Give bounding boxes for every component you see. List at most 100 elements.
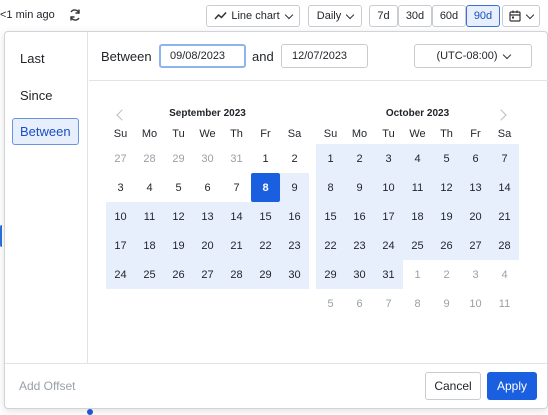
calendar-day[interactable]: 13: [193, 202, 222, 231]
calendar-day[interactable]: 18: [403, 202, 432, 231]
calendar-day[interactable]: 15: [251, 202, 280, 231]
calendar-day[interactable]: 25: [135, 260, 164, 289]
interval-dropdown[interactable]: Daily: [308, 5, 362, 27]
cancel-button[interactable]: Cancel: [425, 372, 481, 400]
calendar-day[interactable]: 2: [280, 144, 309, 173]
calendar-day[interactable]: 21: [222, 231, 251, 260]
calendar-day[interactable]: 1: [403, 260, 432, 289]
calendar-day[interactable]: 1: [251, 144, 280, 173]
calendar-day[interactable]: 23: [345, 231, 374, 260]
calendar-day[interactable]: 9: [432, 289, 461, 318]
calendar-day[interactable]: 10: [106, 202, 135, 231]
calendar-day[interactable]: 25: [403, 231, 432, 260]
weekday-label: Sa: [287, 128, 302, 140]
calendar-day[interactable]: 4: [490, 260, 519, 289]
calendar-day[interactable]: 9: [345, 173, 374, 202]
calendar-day[interactable]: 31: [374, 260, 403, 289]
calendar-day[interactable]: 28: [490, 231, 519, 260]
calendar-day[interactable]: 20: [461, 202, 490, 231]
mode-between[interactable]: Between: [12, 118, 79, 145]
calendar-day[interactable]: 29: [164, 144, 193, 173]
timezone-label: (UTC-08:00): [436, 50, 498, 62]
calendar-day[interactable]: 27: [193, 260, 222, 289]
calendar-day[interactable]: 7: [490, 144, 519, 173]
calendar-day[interactable]: 19: [164, 231, 193, 260]
calendar-day[interactable]: 30: [345, 260, 374, 289]
weekday-label: Th: [440, 128, 453, 140]
date-range-popover: Last Since Between Between and (UTC-08:0…: [4, 31, 548, 409]
calendar-day[interactable]: 2: [432, 260, 461, 289]
range-mode-sidebar: Last Since Between: [5, 32, 88, 363]
calendar-day[interactable]: 6: [345, 289, 374, 318]
calendar-day[interactable]: 9: [280, 173, 309, 202]
calendar-day[interactable]: 29: [251, 260, 280, 289]
calendar-day[interactable]: 6: [193, 173, 222, 202]
calendar-day[interactable]: 4: [403, 144, 432, 173]
calendar-day[interactable]: 28: [222, 260, 251, 289]
calendar-day[interactable]: 5: [164, 173, 193, 202]
custom-range-button[interactable]: [502, 5, 540, 27]
start-date-input[interactable]: [159, 44, 246, 68]
calendar-day[interactable]: 14: [490, 173, 519, 202]
calendar-day[interactable]: 20: [193, 231, 222, 260]
calendar-day[interactable]: 8: [316, 173, 345, 202]
mode-last[interactable]: Last: [12, 45, 79, 72]
add-offset-link[interactable]: Add Offset: [19, 379, 75, 393]
calendar-day[interactable]: 17: [106, 231, 135, 260]
calendar-day[interactable]: 16: [345, 202, 374, 231]
calendar-day[interactable]: 12: [432, 173, 461, 202]
calendar-day[interactable]: 12: [164, 202, 193, 231]
calendar-day[interactable]: 5: [432, 144, 461, 173]
calendar-day[interactable]: 29: [316, 260, 345, 289]
calendar-day[interactable]: 21: [490, 202, 519, 231]
calendar-day[interactable]: 28: [135, 144, 164, 173]
calendar-day[interactable]: 10: [461, 289, 490, 318]
apply-button[interactable]: Apply: [487, 372, 537, 400]
calendar-day[interactable]: 11: [135, 202, 164, 231]
calendar-day[interactable]: 26: [432, 231, 461, 260]
calendar-day[interactable]: 7: [374, 289, 403, 318]
selected-start-day[interactable]: 8: [251, 173, 280, 202]
chart-type-dropdown[interactable]: Line chart: [206, 5, 300, 27]
calendar-day[interactable]: 30: [193, 144, 222, 173]
calendar-day[interactable]: 10: [374, 173, 403, 202]
legend-dot: [87, 409, 93, 415]
calendar-day[interactable]: 24: [374, 231, 403, 260]
calendar-day[interactable]: 3: [106, 173, 135, 202]
timezone-dropdown[interactable]: (UTC-08:00): [414, 44, 532, 68]
calendar-day[interactable]: 8: [403, 289, 432, 318]
calendar-day[interactable]: 11: [490, 289, 519, 318]
calendar-day[interactable]: 22: [316, 231, 345, 260]
calendar-day[interactable]: 23: [280, 231, 309, 260]
calendar-day[interactable]: 18: [135, 231, 164, 260]
calendar-day[interactable]: 1: [316, 144, 345, 173]
calendar-day[interactable]: 31: [222, 144, 251, 173]
calendar-day[interactable]: 27: [106, 144, 135, 173]
calendar-day[interactable]: 3: [461, 260, 490, 289]
calendar-day[interactable]: 6: [461, 144, 490, 173]
calendar-day[interactable]: 16: [280, 202, 309, 231]
range-button-7d[interactable]: 7d: [369, 5, 398, 27]
calendar-day[interactable]: 26: [164, 260, 193, 289]
calendar-day[interactable]: 19: [432, 202, 461, 231]
calendar-day[interactable]: 11: [403, 173, 432, 202]
calendar-day[interactable]: 15: [316, 202, 345, 231]
range-button-60d[interactable]: 60d: [432, 5, 466, 27]
calendar-day[interactable]: 14: [222, 202, 251, 231]
calendar-day[interactable]: 2: [345, 144, 374, 173]
calendar-day[interactable]: 3: [374, 144, 403, 173]
refresh-icon[interactable]: [68, 8, 82, 22]
range-button-90d[interactable]: 90d: [466, 5, 500, 27]
calendar-day[interactable]: 30: [280, 260, 309, 289]
calendar-day[interactable]: 5: [316, 289, 345, 318]
range-button-30d[interactable]: 30d: [398, 5, 432, 27]
calendar-day[interactable]: 13: [461, 173, 490, 202]
end-date-input[interactable]: [281, 44, 368, 68]
calendar-day[interactable]: 17: [374, 202, 403, 231]
calendar-day[interactable]: 7: [222, 173, 251, 202]
mode-since[interactable]: Since: [12, 82, 79, 109]
calendar-day[interactable]: 22: [251, 231, 280, 260]
calendar-day[interactable]: 27: [461, 231, 490, 260]
calendar-day[interactable]: 4: [135, 173, 164, 202]
calendar-day[interactable]: 24: [106, 260, 135, 289]
